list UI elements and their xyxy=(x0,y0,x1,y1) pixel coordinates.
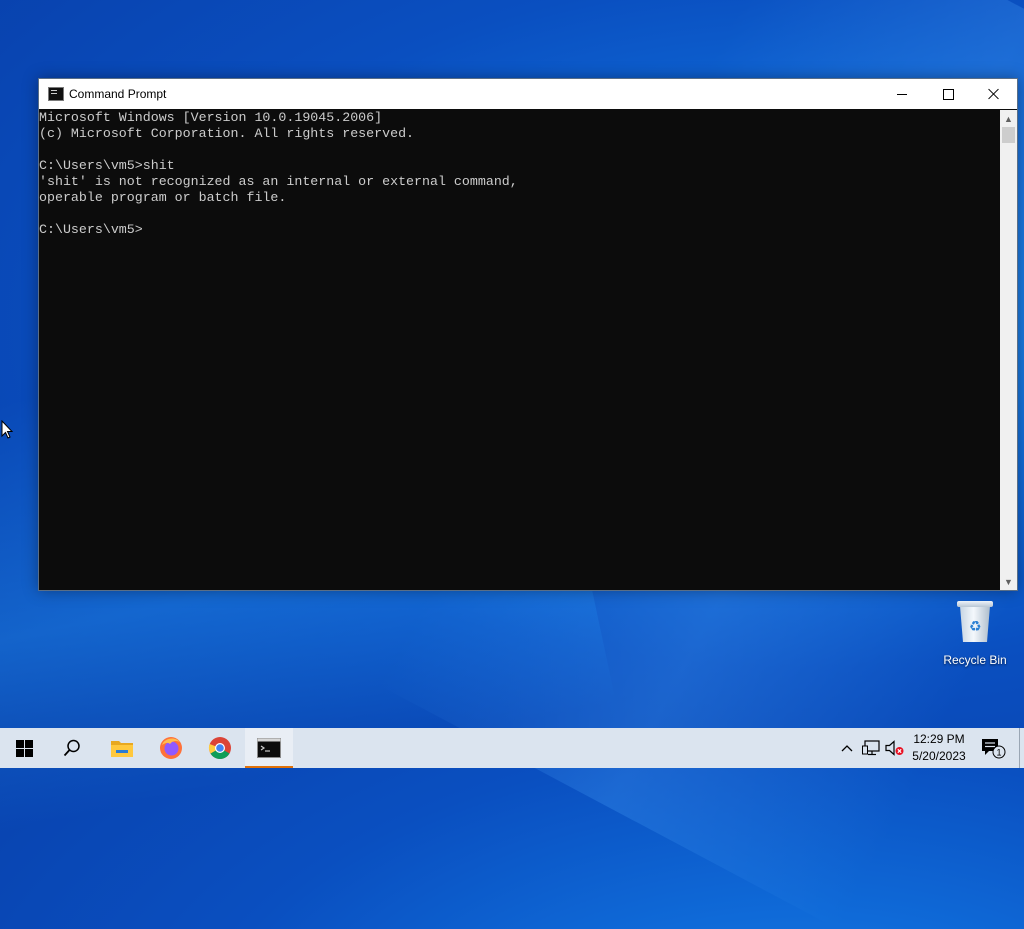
minimize-button[interactable] xyxy=(879,79,925,109)
search-icon xyxy=(63,739,80,757)
show-hidden-icons-button[interactable] xyxy=(836,728,858,768)
action-center-button[interactable]: 1 xyxy=(978,728,1008,768)
console-output[interactable]: Microsoft Windows [Version 10.0.19045.20… xyxy=(39,110,999,590)
title-bar[interactable]: Command Prompt xyxy=(39,79,1017,109)
network-icon xyxy=(862,740,880,756)
scroll-up-icon[interactable]: ▲ xyxy=(1000,110,1017,127)
command-prompt-icon xyxy=(257,738,281,758)
command-prompt-button[interactable] xyxy=(245,728,293,768)
console-prompt-line[interactable]: C:\Users\vm5> xyxy=(39,222,999,238)
start-button[interactable] xyxy=(0,728,48,768)
taskbar: 12:29 PM 5/20/2023 1 xyxy=(0,728,1024,768)
clock-time: 12:29 PM xyxy=(913,732,965,746)
console-line: (c) Microsoft Corporation. All rights re… xyxy=(39,126,415,141)
clock[interactable]: 12:29 PM 5/20/2023 xyxy=(905,731,973,765)
command-prompt-icon xyxy=(48,87,64,101)
console-line: 'shit' is not recognized as an internal … xyxy=(39,174,518,189)
maximize-button[interactable] xyxy=(925,79,971,109)
maximize-icon xyxy=(942,88,954,100)
scrollbar-thumb[interactable] xyxy=(1002,127,1015,143)
windows-logo-icon xyxy=(15,739,33,757)
close-icon xyxy=(988,88,1000,100)
command-prompt-window[interactable]: Command Prompt Microsoft Windows [Versio… xyxy=(38,78,1018,591)
console-line: Microsoft Windows [Version 10.0.19045.20… xyxy=(39,110,383,125)
show-desktop-button[interactable] xyxy=(1019,728,1020,768)
folder-icon xyxy=(111,741,133,757)
scroll-down-icon[interactable]: ▼ xyxy=(1000,573,1017,590)
chrome-button[interactable] xyxy=(196,728,244,768)
mouse-cursor-icon xyxy=(1,420,14,439)
close-button[interactable] xyxy=(971,79,1017,109)
window-title: Command Prompt xyxy=(69,87,167,101)
clock-date: 5/20/2023 xyxy=(912,749,966,763)
recycle-bin-label: Recycle Bin xyxy=(943,653,1007,667)
recycle-bin-shortcut[interactable]: ♻ Recycle Bin xyxy=(938,600,1012,667)
console-line: operable program or batch file. xyxy=(39,190,287,205)
firefox-icon xyxy=(160,737,182,759)
firefox-button[interactable] xyxy=(147,728,195,768)
console-line xyxy=(39,206,999,222)
volume-muted-icon xyxy=(885,740,904,756)
file-explorer-button[interactable] xyxy=(98,728,146,768)
notification-count: 1 xyxy=(996,748,1001,758)
chevron-up-icon xyxy=(841,745,853,752)
volume-button[interactable] xyxy=(884,728,906,768)
vertical-scrollbar[interactable]: ▲ ▼ xyxy=(1000,110,1017,590)
console-line: C:\Users\vm5>shit xyxy=(39,158,175,173)
minimize-icon xyxy=(897,93,907,95)
notification-icon: 1 xyxy=(982,739,1006,759)
chrome-icon xyxy=(208,737,231,759)
recycle-bin-icon: ♻ xyxy=(956,600,994,644)
search-button[interactable] xyxy=(48,728,96,768)
network-button[interactable] xyxy=(860,728,882,768)
console-line xyxy=(39,142,999,158)
